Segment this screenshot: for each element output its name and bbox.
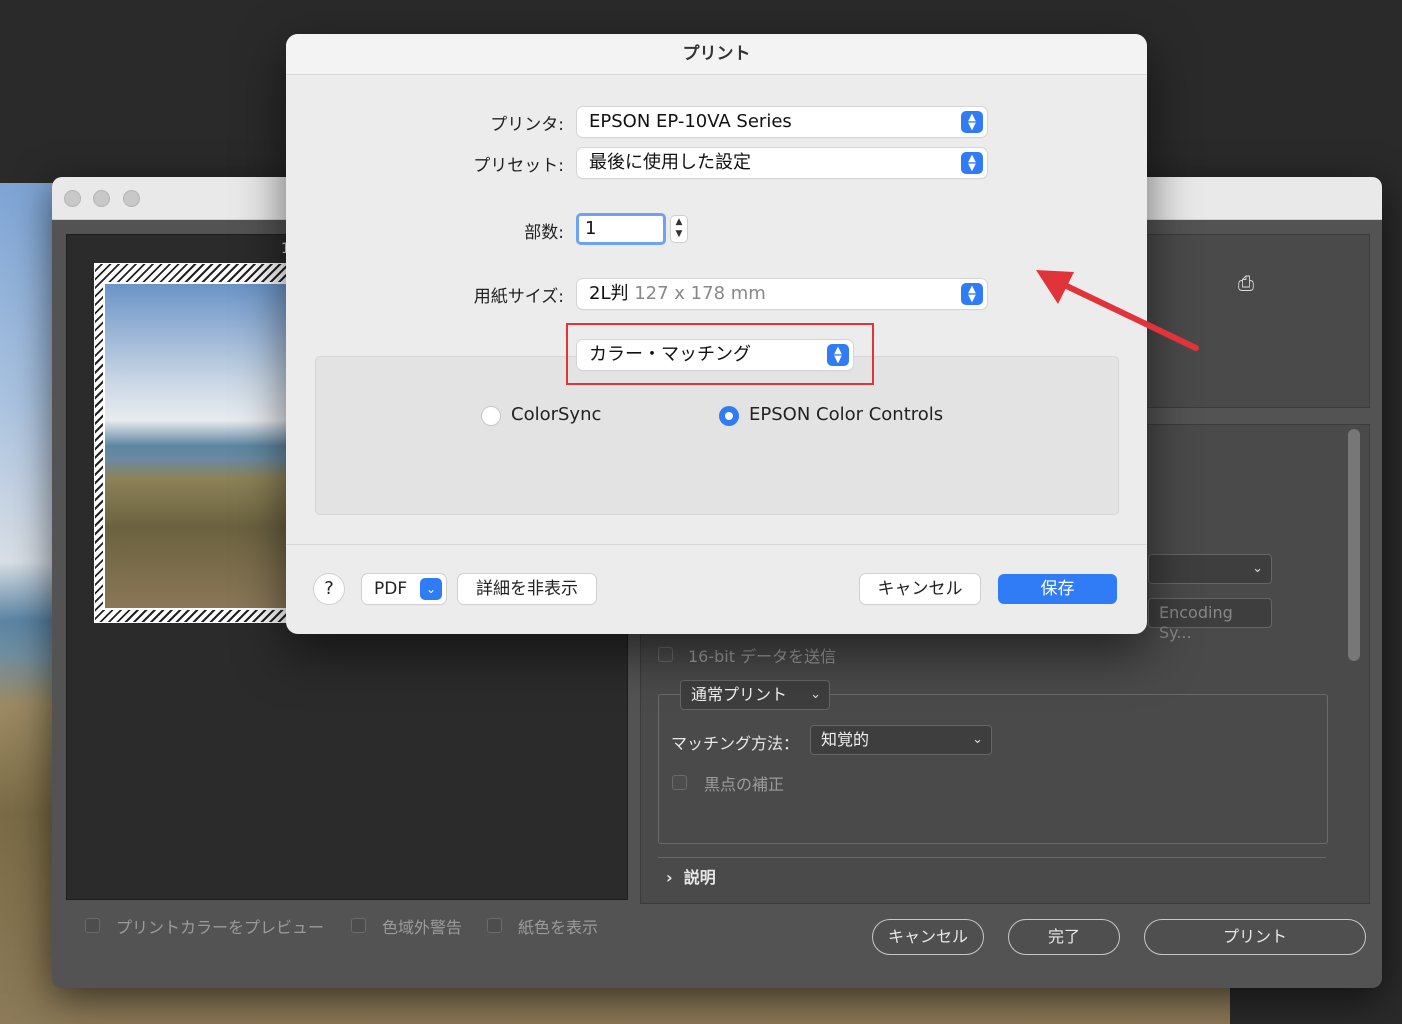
colorsync-radio[interactable]	[481, 406, 501, 426]
black-point-checkbox[interactable]	[672, 775, 687, 790]
arrow-shaft	[1051, 277, 1199, 351]
paper-size-popup[interactable]: 2L判 127 x 178 mm ▲ ▼	[577, 279, 987, 309]
show-paper-checkbox[interactable]	[487, 918, 502, 933]
updown-arrows-icon: ▲ ▼	[961, 152, 983, 174]
back-cancel-button[interactable]: キャンセル	[872, 919, 984, 955]
black-point-label: 黒点の補正	[704, 775, 785, 794]
annotation-arrow	[1036, 270, 1199, 351]
scrollbar-thumb[interactable]	[1348, 429, 1360, 661]
hide-details-button[interactable]: 詳細を非表示	[458, 574, 596, 604]
print-button[interactable]: プリント	[1144, 919, 1366, 955]
minimize-window-button[interactable]	[93, 190, 110, 207]
cancel-button[interactable]: キャンセル	[860, 574, 980, 604]
help-button[interactable]: ?	[314, 574, 344, 604]
chevron-down-icon: ⌄	[420, 578, 442, 600]
zoom-window-button[interactable]	[123, 190, 140, 207]
copies-label: 部数:	[524, 223, 564, 243]
encoding-select[interactable]: Encoding Sy...	[1148, 598, 1272, 642]
save-button[interactable]: 保存	[998, 574, 1117, 604]
copies-stepper[interactable]: ▲ ▼	[670, 215, 688, 243]
annotation-highlight-box	[566, 323, 874, 385]
epson-color-controls-label: EPSON Color Controls	[749, 404, 944, 425]
matching-method-label: マッチング方法：	[671, 734, 800, 753]
divider	[286, 544, 1147, 545]
rendering-groupbox	[658, 694, 1328, 844]
chevron-down-icon: ⌄	[1252, 561, 1263, 576]
divider	[658, 857, 1326, 858]
print-dialog: プリント プリンタ: EPSON EP-10VA Series ▲ ▼ プリセット…	[286, 34, 1147, 634]
chevron-down-icon: ⌄	[810, 687, 821, 702]
preview-colors-label: プリントカラーをプレビュー	[116, 918, 325, 937]
back-select-1[interactable]: ⌄	[1148, 554, 1272, 584]
send-16bit-checkbox[interactable]	[658, 647, 673, 662]
chevron-down-icon: ⌄	[972, 732, 983, 747]
printer-popup[interactable]: EPSON EP-10VA Series ▲ ▼	[577, 107, 987, 137]
preset-popup[interactable]: 最後に使用した設定 ▲ ▼	[577, 148, 987, 178]
description-disclosure[interactable]: › 説明	[666, 864, 716, 888]
dialog-title: プリント	[286, 34, 1147, 75]
epson-color-controls-radio[interactable]	[719, 406, 739, 426]
paper-size-label: 用紙サイズ:	[473, 287, 564, 307]
gamut-warning-checkbox[interactable]	[351, 918, 366, 933]
close-window-button[interactable]	[64, 190, 81, 207]
preset-label: プリセット:	[473, 156, 564, 176]
printer-settings-icon[interactable]: ⎙	[1238, 271, 1264, 295]
send-16bit-label: 16-bit データを送信	[688, 647, 837, 666]
show-paper-label: 紙色を表示	[518, 918, 599, 937]
gamut-warning-label: 色域外警告	[382, 918, 463, 937]
updown-arrows-icon: ▲ ▼	[961, 283, 983, 305]
colorsync-label: ColorSync	[511, 404, 602, 425]
printer-label: プリンタ:	[490, 115, 564, 135]
pdf-menu-button[interactable]: PDF ⌄	[362, 574, 446, 604]
done-button[interactable]: 完了	[1008, 919, 1120, 955]
copies-input[interactable]: 1	[576, 213, 666, 245]
preview-colors-checkbox[interactable]	[85, 918, 100, 933]
print-mode-select[interactable]: 通常プリント ⌄	[680, 680, 830, 710]
updown-arrows-icon: ▲ ▼	[961, 111, 983, 133]
matching-method-select[interactable]: 知覚的 ⌄	[810, 725, 992, 755]
